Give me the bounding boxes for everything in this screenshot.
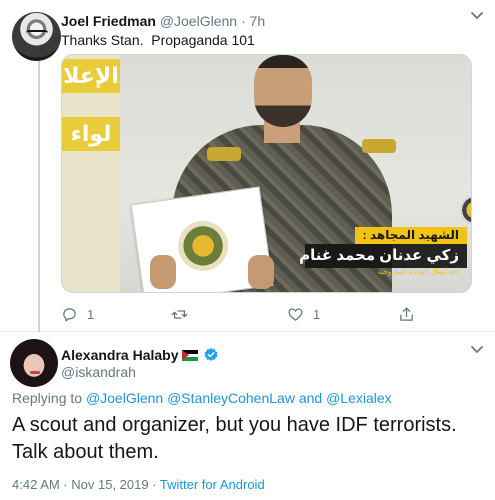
avatar-glasses-detail [26, 30, 48, 36]
media-side-banner: الإعلا لواء [62, 55, 120, 292]
tweet1-header: Joel Friedman @JoelGlenn · 7h [61, 13, 265, 29]
retweet-icon [171, 309, 188, 319]
thread-connector-line [38, 58, 40, 332]
paper-emblem [174, 217, 232, 275]
separator-dot: · [240, 13, 246, 29]
tweet1-text: Thanks Stan. Propaganda 101 [61, 32, 255, 48]
reply-target-joelglenn[interactable]: @JoelGlenn [86, 390, 163, 406]
avatar-alexandra-halaby[interactable] [10, 339, 58, 387]
reply-target-lexialex[interactable]: @Lexialex [326, 390, 392, 406]
chevron-down-icon[interactable] [470, 11, 484, 21]
caption-subtitle: أحد أبطال الوحدة الصاروخية [377, 269, 459, 276]
tweet-timestamp[interactable]: 4:42 AM · Nov 15, 2019 · [12, 477, 160, 492]
author-handle[interactable]: @JoelGlenn [160, 13, 237, 29]
reply-target-conjunction[interactable]: and [299, 390, 322, 406]
share-icon [400, 306, 413, 321]
media-logo-badge [460, 195, 471, 225]
avatar-joel-friedman[interactable] [12, 12, 61, 61]
tweet1-media-image[interactable]: الإعلا لواء الشهيد المجاهد : زكي عدنان م… [61, 54, 472, 293]
replying-to-label: Replying to [12, 390, 83, 406]
media-shoulder-patch-right [362, 139, 396, 153]
tweet2-author[interactable]: Alexandra Halaby [61, 347, 219, 363]
reply-target-stanleycohenlaw[interactable]: @StanleyCohenLaw [167, 390, 295, 406]
banner-text-bottom: لواء [62, 117, 120, 151]
avatar-lips-detail [30, 371, 40, 374]
reply-icon [63, 307, 76, 322]
author-name[interactable]: Joel Friedman [61, 13, 156, 29]
palestine-flag-icon [181, 349, 198, 361]
media-caption: الشهيد المجاهد : زكي عدنان محمد غنام أحد… [299, 227, 467, 281]
caption-name: زكي عدنان محمد غنام [299, 244, 467, 268]
like-icon [288, 307, 303, 321]
tweet-joel-friedman[interactable]: Joel Friedman @JoelGlenn · 7h Thanks Sta… [0, 0, 495, 332]
verified-icon [204, 348, 217, 361]
replying-to-line: Replying to @JoelGlenn @StanleyCohenLaw … [12, 390, 392, 406]
author-handle[interactable]: @iskandrah [61, 364, 136, 380]
author-name[interactable]: Alexandra Halaby [61, 347, 179, 363]
like-button[interactable]: 1 [287, 304, 320, 324]
media-shoulder-patch-left [207, 147, 241, 161]
retweet-button[interactable] [171, 304, 197, 324]
tweet2-metadata: 4:42 AM · Nov 15, 2019 · Twitter for And… [12, 477, 265, 492]
reply-count: 1 [87, 306, 95, 322]
tweet1-action-bar: 1 1 [61, 304, 481, 324]
tweet2-text: A scout and organizer, but you have IDF … [12, 414, 457, 463]
reply-button[interactable]: 1 [61, 304, 94, 324]
chevron-down-icon[interactable] [470, 345, 484, 355]
like-count: 1 [313, 306, 321, 322]
share-button[interactable] [398, 304, 415, 324]
media-hand-right [248, 255, 274, 289]
media-hand-left [150, 255, 176, 289]
media-figure-head [254, 55, 312, 127]
tweet-age[interactable]: 7h [250, 13, 266, 29]
caption-title: الشهيد المجاهد : [354, 227, 467, 244]
banner-text-top: الإعلا [62, 59, 120, 93]
tweet-source-link[interactable]: Twitter for Android [160, 477, 265, 492]
